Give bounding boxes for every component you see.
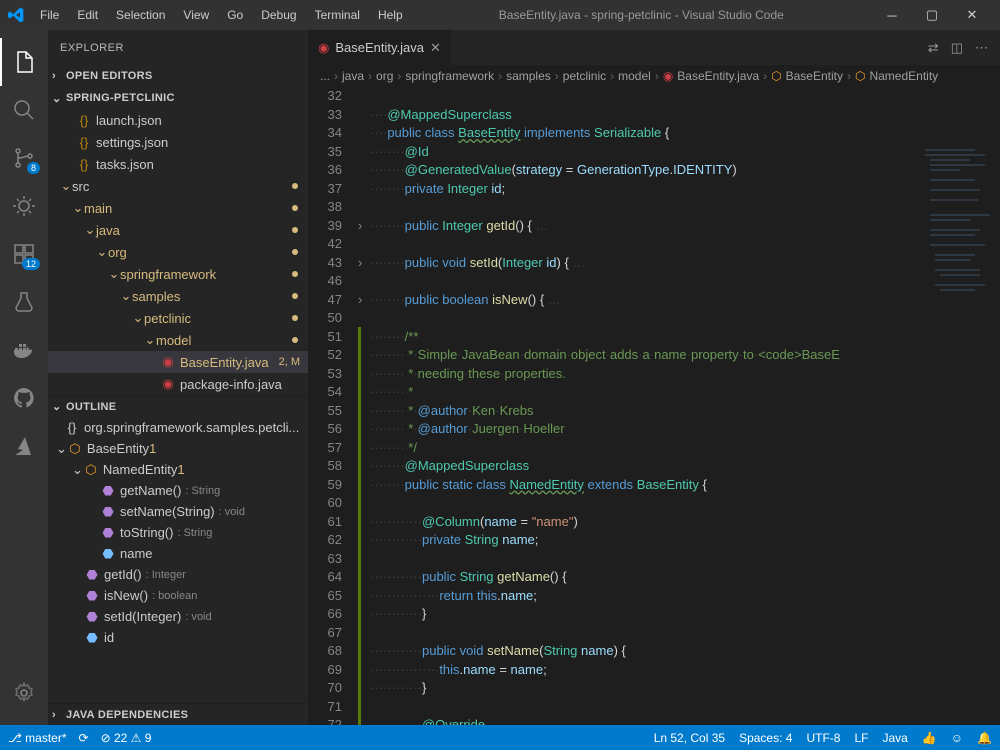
- menu-help[interactable]: Help: [370, 4, 411, 26]
- outline-name[interactable]: ⬣name: [48, 543, 308, 564]
- sidebar-title: EXPLORER: [48, 30, 308, 65]
- docker-icon[interactable]: [0, 326, 48, 374]
- section-outline[interactable]: ⌄OUTLINE: [48, 395, 308, 417]
- section-project[interactable]: ⌄SPRING-PETCLINIC: [48, 87, 308, 109]
- tab-bar: ◉ BaseEntity.java ✕ ⇄ ◫ ⋯: [308, 30, 1000, 65]
- explorer-icon[interactable]: [0, 38, 48, 86]
- status-feedback-icon[interactable]: ☺: [951, 731, 963, 745]
- extensions-badge: 12: [22, 258, 40, 270]
- menu-edit[interactable]: Edit: [69, 4, 106, 26]
- window-title: BaseEntity.java - spring-petclinic - Vis…: [411, 8, 872, 22]
- status-branch[interactable]: ⎇ master*: [8, 731, 67, 745]
- menu-selection[interactable]: Selection: [108, 4, 173, 26]
- file-launch-json[interactable]: {}launch.json: [48, 109, 308, 131]
- file-tree: {}launch.json {}settings.json {}tasks.js…: [48, 109, 308, 395]
- sidebar: EXPLORER ›OPEN EDITORS ⌄SPRING-PETCLINIC…: [48, 30, 308, 725]
- menu-go[interactable]: Go: [219, 4, 251, 26]
- outline-package[interactable]: {}org.springframework.samples.petcli...: [48, 417, 308, 438]
- section-open-editors[interactable]: ›OPEN EDITORS: [48, 65, 308, 87]
- split-editor-icon[interactable]: ◫: [951, 40, 963, 56]
- tab-base-entity[interactable]: ◉ BaseEntity.java ✕: [308, 30, 452, 65]
- folder-springframework[interactable]: ⌄springframework: [48, 263, 308, 285]
- menu-file[interactable]: File: [32, 4, 67, 26]
- status-position[interactable]: Ln 52, Col 35: [654, 731, 725, 745]
- outline-named-entity[interactable]: ⌄⬡NamedEntity1: [48, 459, 308, 480]
- source-control-icon[interactable]: 8: [0, 134, 48, 182]
- folder-petclinic[interactable]: ⌄petclinic: [48, 307, 308, 329]
- status-encoding[interactable]: UTF-8: [806, 731, 840, 745]
- minimize-button[interactable]: ─: [872, 0, 912, 30]
- status-spaces[interactable]: Spaces: 4: [739, 731, 792, 745]
- outline-id[interactable]: ⬣id: [48, 627, 308, 648]
- outline-getname[interactable]: ⬣getName(): String: [48, 480, 308, 501]
- outline-tostring[interactable]: ⬣toString(): String: [48, 522, 308, 543]
- folder-src[interactable]: ⌄src: [48, 175, 308, 197]
- file-tasks-json[interactable]: {}tasks.json: [48, 153, 308, 175]
- tab-label: BaseEntity.java: [335, 40, 424, 55]
- status-language[interactable]: Java: [882, 731, 907, 745]
- editor-area: ◉ BaseEntity.java ✕ ⇄ ◫ ⋯ ...› java› org…: [308, 30, 1000, 725]
- maximize-button[interactable]: ▢: [912, 0, 952, 30]
- scm-badge: 8: [27, 162, 40, 174]
- menu-view[interactable]: View: [175, 4, 217, 26]
- vscode-logo-icon: [8, 7, 24, 23]
- activity-bar: 8 12: [0, 30, 48, 725]
- java-file-icon: ◉: [318, 40, 329, 56]
- extensions-icon[interactable]: 12: [0, 230, 48, 278]
- more-icon[interactable]: ⋯: [975, 40, 988, 56]
- outline-getid[interactable]: ⬣getId(): Integer: [48, 564, 308, 585]
- minimap[interactable]: [920, 144, 1000, 344]
- test-icon[interactable]: [0, 278, 48, 326]
- status-problems[interactable]: ⊘ 22 ⚠ 9: [101, 731, 152, 745]
- status-bar: ⎇ master* ⟳ ⊘ 22 ⚠ 9 Ln 52, Col 35 Space…: [0, 725, 1000, 750]
- debug-icon[interactable]: [0, 182, 48, 230]
- status-sync[interactable]: ⟳: [79, 731, 89, 745]
- menu-debug[interactable]: Debug: [253, 4, 304, 26]
- close-tab-icon[interactable]: ✕: [430, 40, 441, 56]
- outline-base-entity[interactable]: ⌄⬡BaseEntity1: [48, 438, 308, 459]
- outline-isnew[interactable]: ⬣isNew(): boolean: [48, 585, 308, 606]
- status-thumbs-up-icon[interactable]: 👍: [922, 731, 937, 745]
- folder-samples[interactable]: ⌄samples: [48, 285, 308, 307]
- search-icon[interactable]: [0, 86, 48, 134]
- folder-model[interactable]: ⌄model: [48, 329, 308, 351]
- settings-gear-icon[interactable]: [0, 669, 48, 717]
- file-base-entity[interactable]: ◉BaseEntity.java2, M: [48, 351, 308, 373]
- close-button[interactable]: ✕: [952, 0, 992, 30]
- code-content[interactable]: ····@MappedSuperclass····public class Ba…: [370, 87, 1000, 725]
- azure-icon[interactable]: [0, 422, 48, 470]
- outline-tree: {}org.springframework.samples.petcli... …: [48, 417, 308, 703]
- titlebar: File Edit Selection View Go Debug Termin…: [0, 0, 1000, 30]
- outline-setname[interactable]: ⬣setName(String): void: [48, 501, 308, 522]
- code-editor[interactable]: 3233343536373839424346475051525354555657…: [308, 87, 1000, 725]
- fold-gutter[interactable]: ›››: [358, 87, 370, 725]
- folder-org[interactable]: ⌄org: [48, 241, 308, 263]
- github-icon[interactable]: [0, 374, 48, 422]
- menubar: File Edit Selection View Go Debug Termin…: [32, 4, 411, 26]
- status-bell-icon[interactable]: 🔔: [977, 731, 992, 745]
- outline-setid[interactable]: ⬣setId(Integer): void: [48, 606, 308, 627]
- breadcrumbs[interactable]: ...› java› org› springframework› samples…: [308, 65, 1000, 87]
- folder-main[interactable]: ⌄main: [48, 197, 308, 219]
- compare-icon[interactable]: ⇄: [928, 40, 939, 56]
- folder-java[interactable]: ⌄java: [48, 219, 308, 241]
- file-settings-json[interactable]: {}settings.json: [48, 131, 308, 153]
- status-eol[interactable]: LF: [854, 731, 868, 745]
- file-package-info[interactable]: ◉package-info.java: [48, 373, 308, 395]
- section-java-deps[interactable]: ›JAVA DEPENDENCIES: [48, 703, 308, 725]
- line-numbers: 3233343536373839424346475051525354555657…: [308, 87, 358, 725]
- menu-terminal[interactable]: Terminal: [307, 4, 368, 26]
